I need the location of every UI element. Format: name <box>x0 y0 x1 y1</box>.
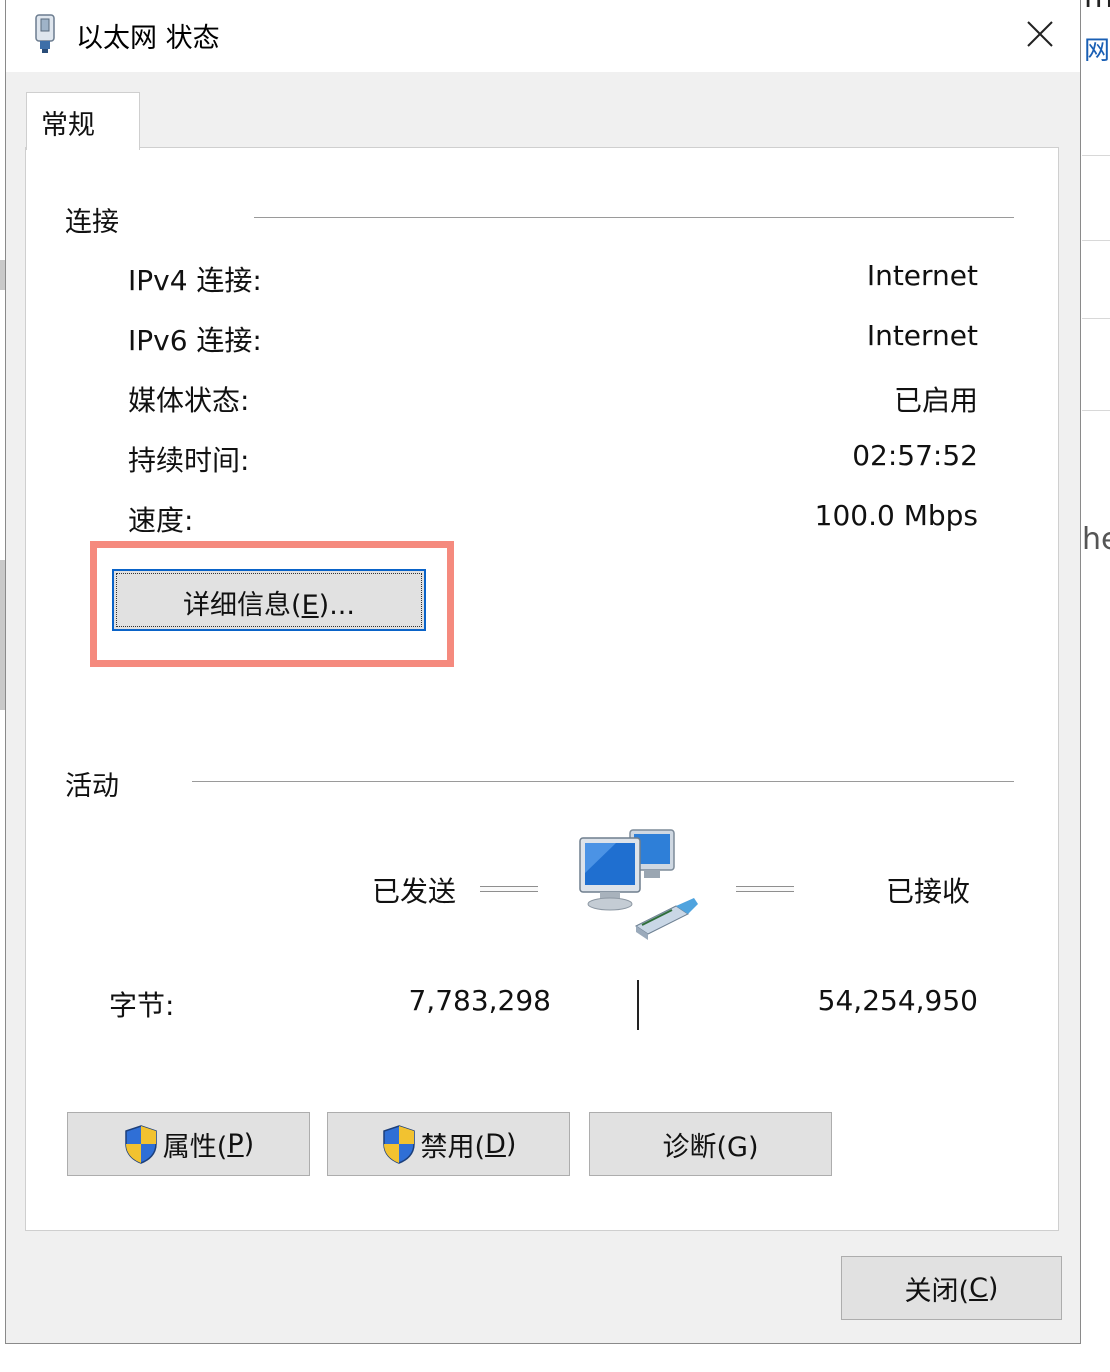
received-label: 已接收 <box>886 875 971 908</box>
disable-button-suffix: ) <box>505 1128 517 1160</box>
properties-button-suffix: ) <box>243 1128 255 1160</box>
diagnose-button-text: 诊断(G) <box>662 1131 759 1163</box>
network-computers-icon <box>579 829 698 940</box>
background-window-right: m 网 he <box>1082 0 1110 1372</box>
background-divider <box>1082 155 1110 156</box>
disable-button-text: 禁用( <box>420 1131 486 1163</box>
details-button-suffix: )... <box>318 590 355 621</box>
uac-shield-icon <box>125 1125 157 1164</box>
ipv4-connection-label: IPv4 连接: <box>128 264 262 297</box>
close-icon <box>1027 21 1053 47</box>
details-button[interactable]: 详细信息(E)... <box>112 569 426 631</box>
details-button-text: 详细信息( <box>183 590 302 621</box>
speed-label: 速度: <box>128 504 194 537</box>
media-state-label: 媒体状态: <box>128 384 250 417</box>
background-divider <box>1082 318 1110 319</box>
ethernet-status-dialog: 以太网 状态 常规 连接 IPv4 连接: Internet IPv6 连接: … <box>5 0 1081 1344</box>
duration-value: 02:57:52 <box>852 439 978 472</box>
ethernet-adapter-icon <box>35 14 55 53</box>
bytes-label: 字节: <box>109 989 175 1022</box>
bytes-sent-value: 7,783,298 <box>408 984 551 1017</box>
tab-general[interactable]: 常规 <box>26 92 140 150</box>
close-button-text: 关闭( <box>904 1275 970 1307</box>
disable-button[interactable]: 禁用(D) <box>327 1112 570 1176</box>
details-button-mnemonic: E <box>301 590 319 621</box>
background-text: 网 <box>1084 36 1110 66</box>
sent-activity-line <box>480 886 538 892</box>
ipv4-connection-value: Internet <box>866 259 978 292</box>
background-text: m <box>1084 0 1110 15</box>
title-bar: 以太网 状态 <box>6 0 1080 72</box>
close-button-mnemonic: C <box>969 1272 988 1304</box>
background-divider <box>1082 410 1110 411</box>
properties-button-mnemonic: P <box>227 1128 244 1160</box>
ipv6-connection-label: IPv6 连接: <box>128 324 262 357</box>
close-window-button[interactable] <box>1010 6 1070 62</box>
ipv6-connection-value: Internet <box>866 319 978 352</box>
activity-separator <box>637 980 639 1030</box>
disable-button-mnemonic: D <box>485 1128 506 1160</box>
details-button-label: 详细信息(E)... <box>114 583 424 622</box>
properties-button-text: 属性( <box>162 1131 228 1163</box>
general-tab-panel: 连接 IPv4 连接: Internet IPv6 连接: Internet 媒… <box>25 147 1059 1231</box>
diagnose-button[interactable]: 诊断(G) <box>589 1112 832 1176</box>
uac-shield-icon <box>382 1125 415 1164</box>
window-title: 以太网 状态 <box>76 23 220 54</box>
media-state-value: 已启用 <box>893 384 978 417</box>
duration-label: 持续时间: <box>128 444 250 477</box>
activity-group-label: 活动 <box>65 771 119 802</box>
properties-button[interactable]: 属性(P) <box>67 1112 310 1176</box>
sent-label: 已发送 <box>372 875 457 908</box>
connection-group-divider <box>254 217 1014 218</box>
speed-value: 100.0 Mbps <box>814 499 978 532</box>
close-button[interactable]: 关闭(C) <box>841 1256 1062 1320</box>
background-divider <box>1082 240 1110 241</box>
received-activity-line <box>736 886 794 892</box>
connection-group-label: 连接 <box>65 207 119 238</box>
bytes-received-value: 54,254,950 <box>817 984 978 1017</box>
close-button-suffix: ) <box>987 1272 999 1304</box>
tab-label: 常规 <box>41 110 95 141</box>
activity-group-divider <box>192 781 1014 782</box>
background-text: he <box>1082 522 1110 557</box>
